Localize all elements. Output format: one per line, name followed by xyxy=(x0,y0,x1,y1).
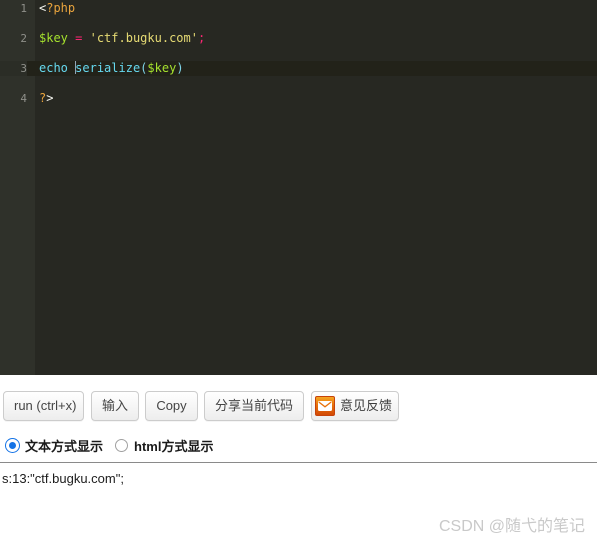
code-line-text: <?php xyxy=(39,1,75,16)
code-line-text: $key = 'ctf.bugku.com'; xyxy=(39,31,205,46)
input-button[interactable]: 输入 xyxy=(91,391,139,421)
line-number: 1 xyxy=(20,2,27,15)
token-argument-key: $key xyxy=(147,61,177,75)
token-keyword-echo: echo xyxy=(39,61,68,75)
code-line[interactable]: 1 <?php xyxy=(0,1,597,16)
line-number: 3 xyxy=(0,61,27,76)
radio-option-html-mode[interactable]: html方式显示 xyxy=(115,436,213,455)
token-variable-key: $key xyxy=(39,31,68,45)
token-string-literal: 'ctf.bugku.com' xyxy=(89,31,198,45)
csdn-watermark: CSDN @随弋的笔记 xyxy=(438,518,585,535)
code-line[interactable]: 2 $key = 'ctf.bugku.com'; xyxy=(0,31,597,46)
code-line[interactable]: 4 ?> xyxy=(0,91,597,106)
envelope-icon xyxy=(315,396,335,416)
feedback-button[interactable]: 意见反馈 xyxy=(311,391,399,421)
output-divider xyxy=(0,462,597,463)
token-semicolon: ; xyxy=(197,31,206,45)
share-code-button[interactable]: 分享当前代码 xyxy=(204,391,304,421)
token-function-serialize: serialize xyxy=(75,61,141,75)
radio-label-html-mode: html方式显示 xyxy=(134,438,214,454)
code-line-text: ?> xyxy=(39,91,53,106)
token-php-open-tag: ?php xyxy=(46,1,76,15)
editor-code-lines: 1 <?php 2 $key = 'ctf.bugku.com'; 3 echo… xyxy=(0,0,597,105)
code-line-active[interactable]: 3 echo serialize($key) xyxy=(0,61,597,76)
feedback-button-label: 意见反馈 xyxy=(340,398,393,413)
display-mode-radio-group: 文本方式显示 html方式显示 xyxy=(0,434,597,456)
token-paren-close: ) xyxy=(176,61,184,75)
code-editor[interactable]: 1 <?php 2 $key = 'ctf.bugku.com'; 3 echo… xyxy=(0,0,597,375)
radio-indicator-unselected[interactable] xyxy=(115,438,129,452)
line-number: 4 xyxy=(20,92,27,105)
code-line-text: echo serialize($key) xyxy=(39,61,184,76)
radio-indicator-selected[interactable] xyxy=(6,438,19,452)
token-php-close-bracket: > xyxy=(46,91,54,105)
output-text: s:13:"ctf.bugku.com"; xyxy=(2,471,124,486)
radio-label-text-mode: 文本方式显示 xyxy=(25,438,104,454)
line-number: 2 xyxy=(20,32,27,45)
copy-button[interactable]: Copy xyxy=(145,391,198,421)
radio-option-text-mode[interactable]: 文本方式显示 xyxy=(6,436,103,455)
run-button[interactable]: run (ctrl+x) xyxy=(3,391,84,421)
editor-toolbar: run (ctrl+x) 输入 Copy 分享当前代码 意见反馈 xyxy=(0,391,597,429)
